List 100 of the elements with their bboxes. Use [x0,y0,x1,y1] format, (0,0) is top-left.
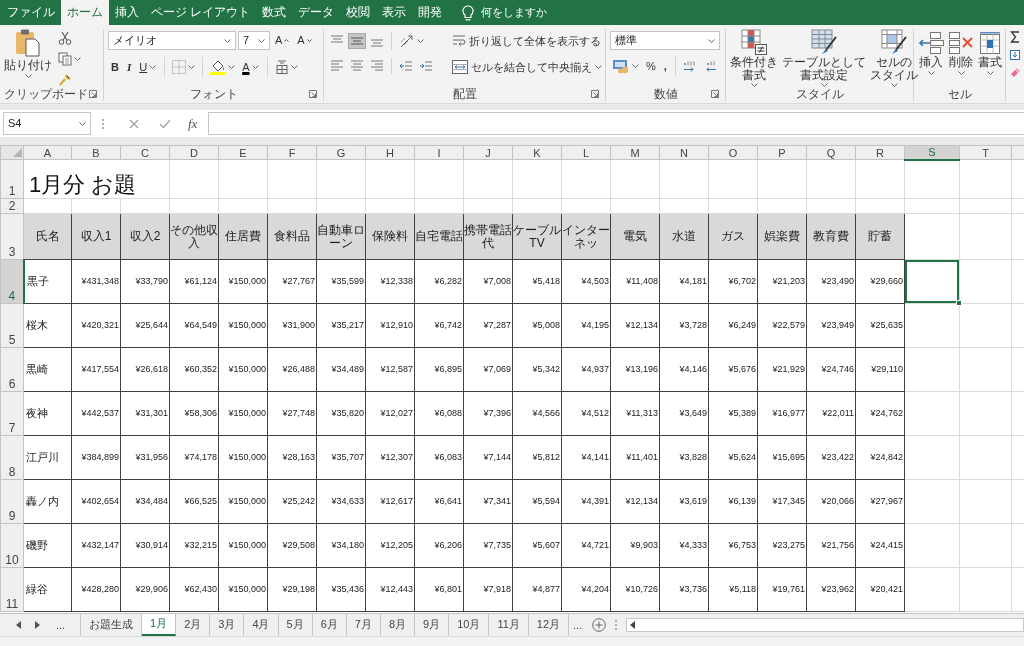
borders-button[interactable] [170,58,198,76]
autosum-button[interactable] [1008,29,1022,45]
column-header[interactable]: D [169,145,219,160]
table-cell: ¥24,746 [806,347,856,392]
column-header[interactable]: G [316,145,366,160]
column-header[interactable]: C [120,145,170,160]
horizontal-scrollbar[interactable] [626,618,1024,632]
shrink-font-button[interactable]: A [294,32,315,49]
conditional-formatting-button[interactable]: 条件付き 書式 [730,29,778,86]
caret-down-icon [79,121,86,126]
previous-sheet-button[interactable] [14,619,23,631]
column-header[interactable]: P [757,145,807,160]
column-heading: 電気 [610,213,660,260]
table-cell: ¥442,537 [71,391,121,436]
column-header[interactable]: E [218,145,268,160]
column-header[interactable]: M [610,145,660,160]
table-cell: 夜神 [23,391,72,436]
ribbon-tab[interactable]: 挿入 [109,0,145,25]
row-header[interactable]: 3 [0,213,24,260]
tell-me-search[interactable]: 何をしますか [458,0,552,25]
decrease-indent-button[interactable] [397,58,415,74]
dialog-launcher-button[interactable] [709,87,721,100]
font-color-button[interactable]: A [239,58,262,76]
dialog-launcher-button[interactable] [307,87,319,100]
horizontal-align-button[interactable] [348,58,366,74]
column-header[interactable]: R [855,145,905,160]
ribbon-tab[interactable]: ページ レイアウト [145,0,257,25]
insert-function-button[interactable]: fx [181,116,205,131]
caret-down-icon [251,65,259,69]
column-header[interactable]: S [904,145,960,160]
column-header[interactable]: N [659,145,709,160]
delete-cells-button[interactable]: 削除 [948,29,974,86]
more-sheets-button[interactable]: ... [569,614,587,636]
underline-button[interactable]: U [136,58,160,76]
row-header[interactable]: 6 [0,347,24,392]
caret-down-icon [595,65,602,69]
name-box[interactable]: S4 [3,112,91,135]
cell-styles-button[interactable]: セルの スタイル [870,29,918,86]
ribbon-tab[interactable]: ファイル [1,0,61,25]
ribbon-tab[interactable]: 校閲 [340,0,377,25]
cash-icon [612,58,630,74]
table-cell: ¥35,707 [316,435,366,480]
column-header[interactable]: O [708,145,758,160]
align-left-icon [330,60,344,72]
column-header[interactable]: Q [806,145,856,160]
increase-indent-button[interactable] [417,58,435,74]
column-header[interactable]: A [23,145,72,160]
bold-button[interactable]: B [108,58,122,76]
grow-font-button[interactable]: A [272,32,293,49]
column-header[interactable]: F [267,145,317,160]
merge-center-button[interactable]: セルを結合して中央揃え [449,57,605,77]
row-header[interactable]: 8 [0,435,24,480]
font-name-field[interactable]: メイリオ [108,31,236,50]
more-sheets-button[interactable]: ... [52,618,70,632]
insert-cells-button[interactable]: 挿入 [918,29,944,86]
percent-button[interactable]: % [643,57,659,75]
row-header[interactable]: 7 [0,391,24,436]
vertical-align-button[interactable] [348,33,366,49]
number-format-field[interactable]: 標準 [610,31,720,50]
active-cell[interactable] [904,259,960,304]
row-header[interactable]: 10 [0,523,24,568]
next-sheet-button[interactable] [33,619,42,631]
wrap-text-button[interactable]: 折り返して全体を表示する [449,31,605,51]
column-header[interactable]: J [463,145,513,160]
row-header[interactable]: 4 [0,259,24,304]
italic-button[interactable]: I [123,58,135,76]
format-cells-button[interactable]: 書式 [978,29,1002,86]
scroll-left-icon[interactable] [630,621,636,629]
column-header[interactable]: K [512,145,562,160]
column-header[interactable]: I [414,145,464,160]
dialog-launcher-button[interactable] [87,87,99,100]
ribbon-tab[interactable]: 開発 [412,0,449,25]
table-cell: ¥3,619 [659,479,709,524]
ribbon-tab[interactable]: 数式 [256,0,293,25]
row-header[interactable]: 11 [0,567,24,612]
column-header[interactable]: H [365,145,415,160]
row-header[interactable]: 5 [0,303,24,348]
column-header[interactable]: L [561,145,611,160]
caret-down-icon [306,39,312,42]
table-cell: ¥9,903 [610,523,660,568]
fill-handle-icon[interactable] [956,300,962,307]
column-header[interactable]: T [959,145,1012,160]
row-header[interactable]: 1 [0,159,24,199]
caret-down-icon [228,65,236,69]
ribbon-tab[interactable]: ホーム [61,0,109,25]
horizontal-align-button[interactable] [368,58,386,74]
ribbon-tab[interactable]: 表示 [376,0,413,25]
fill-button[interactable] [1008,48,1022,62]
copy-button[interactable] [56,50,83,68]
font-size-field[interactable]: 7 [238,31,270,50]
formula-input[interactable] [208,112,1024,135]
column-header[interactable]: B [71,145,121,160]
paste-button[interactable]: 貼り付け [4,29,52,86]
format-as-table-button[interactable]: テーブルとして 書式設定 [782,29,866,86]
sheet-tab[interactable]: 1月 [142,614,177,636]
horizontal-align-button[interactable] [328,58,346,74]
ribbon-tab[interactable]: データ [292,0,341,25]
comma-button[interactable]: , [660,57,670,75]
dialog-launcher-button[interactable] [589,87,601,100]
row-header[interactable]: 9 [0,479,24,524]
